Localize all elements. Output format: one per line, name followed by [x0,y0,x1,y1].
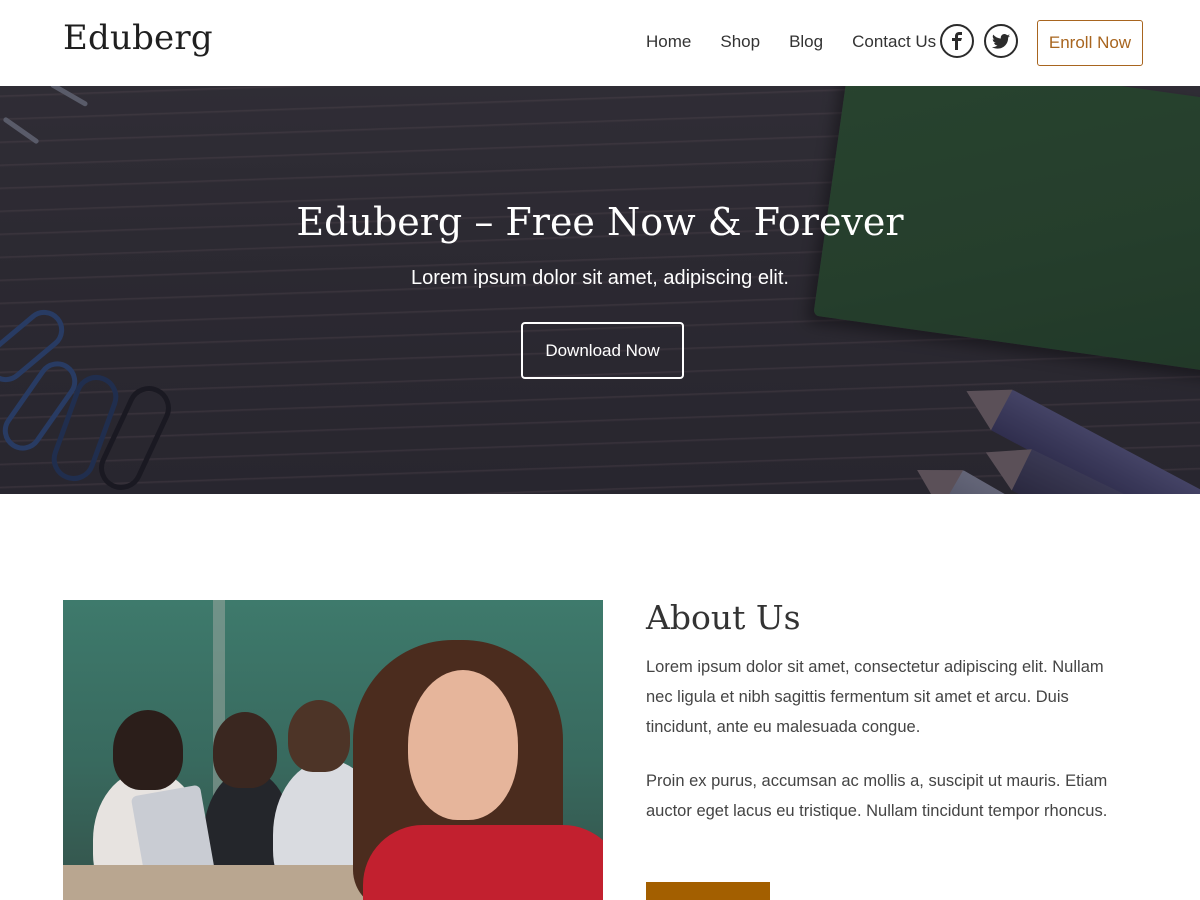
hero-title: Eduberg – Free Now & Forever [296,200,904,244]
download-now-button[interactable]: Download Now [521,322,684,379]
student-figure [213,712,277,788]
facebook-glyph [952,32,962,50]
twitter-glyph [992,33,1010,49]
nav-home[interactable]: Home [646,31,691,53]
main-nav: Home Shop Blog Contact Us [646,31,936,53]
about-photo [63,600,603,900]
about-paragraph: Proin ex purus, accumsan ac mollis a, su… [646,772,1108,820]
student-shirt [363,825,603,900]
nav-blog[interactable]: Blog [789,31,823,53]
hero-banner [0,86,1200,494]
hero-subtitle: Lorem ipsum dolor sit amet, adipiscing e… [411,267,789,289]
site-header: Eduberg Home Shop Blog Contact Us Enroll… [0,0,1200,86]
about-paragraph: Lorem ipsum dolor sit amet, consectetur … [646,658,1104,736]
nav-shop[interactable]: Shop [720,31,760,53]
nav-contact-us[interactable]: Contact Us [852,31,936,53]
twitter-icon[interactable] [984,24,1018,58]
student-figure [288,700,350,772]
desk-graphic [63,865,393,900]
about-title: About Us [646,598,801,637]
student-face [408,670,518,820]
about-read-more-button[interactable] [646,882,770,900]
hero-overlay [0,86,1200,494]
facebook-icon[interactable] [940,24,974,58]
student-figure [113,710,183,790]
site-logo[interactable]: Eduberg [63,18,213,58]
enroll-now-button[interactable]: Enroll Now [1037,20,1143,66]
